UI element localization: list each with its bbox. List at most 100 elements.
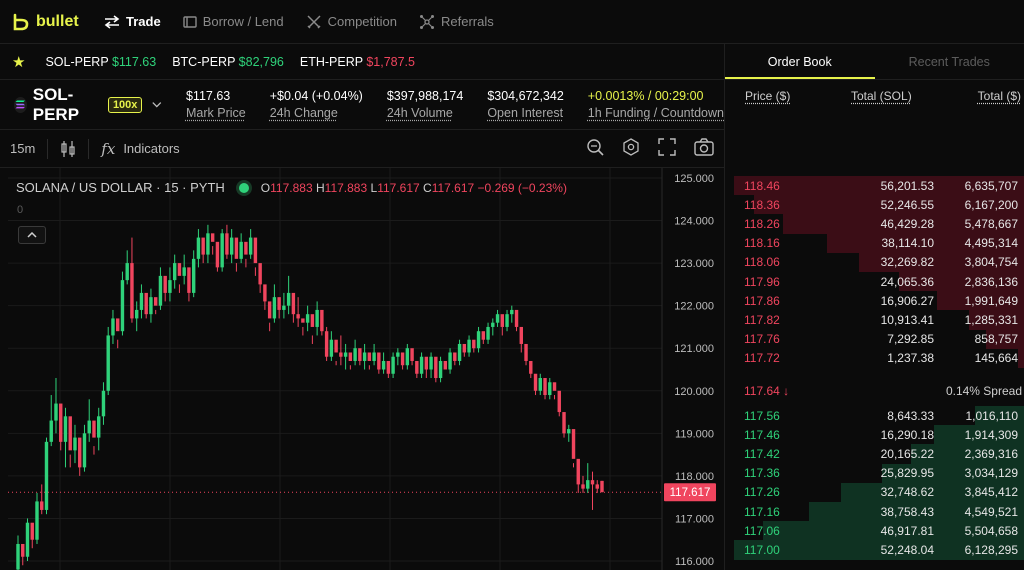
bid-row[interactable]: 117.16 38,758.43 4,549,521 [734,501,1024,522]
ask-row[interactable]: 118.46 56,201.53 6,635,707 [734,176,1024,196]
ticker-eth[interactable]: ETH-PERP $1,787.5 [300,55,415,69]
bid-row[interactable]: 117.46 16,290.18 1,914,309 [734,425,1024,445]
candle-body [244,241,248,255]
candle-body [491,322,495,327]
market-selector[interactable]: SOL-PERP [33,85,102,125]
candle-body [391,356,395,374]
header-price[interactable]: Price ($) [745,89,851,103]
indicators-button[interactable]: fx Indicators [101,140,179,158]
ask-total: 858,757 [974,332,1018,347]
nav-borrow-lend[interactable]: Borrow / Lend [182,14,284,29]
candle-body [600,480,604,493]
candlestick-chart[interactable]: 125.000 124.000 123.000 122.000 121.000 120.0… [0,168,724,570]
function-icon: fx [101,139,116,158]
header-total-sol[interactable]: Total (SOL) [851,89,951,103]
chart-toolbar: 15m fx Indicators [0,130,724,168]
candle-body [343,352,348,357]
candle-body [97,416,101,438]
ticker-sol[interactable]: SOL-PERP $117.63 [45,55,156,69]
ask-row[interactable]: 117.82 10,913.41 1,285,331 [734,310,1024,330]
stat-24h-change: +$0.04 (+0.04%) 24h Change [270,89,363,120]
ticker-btc[interactable]: BTC-PERP $82,796 [172,55,284,69]
camera-icon[interactable] [694,138,714,156]
bid-row[interactable]: 117.56 8,643.33 1,016,110 [734,406,1024,426]
star-icon[interactable]: ★ [12,53,25,71]
candle-body [453,352,457,361]
header-total-usd[interactable]: Total ($) [951,89,1021,103]
stat-value: $117.63 [185,89,231,103]
tab-recent-trades[interactable]: Recent Trades [875,44,1024,79]
nav-borrow-lend-label: Borrow / Lend [202,14,284,29]
ask-row[interactable]: 118.26 46,429.28 5,478,667 [734,214,1024,234]
bid-price: 117.16 [744,504,780,519]
candle-body [510,309,514,315]
ask-row[interactable]: 118.36 52,246.55 6,167,200 [734,195,1024,215]
y-tick-label: 121.000 [674,343,714,355]
candle-body [149,297,153,315]
candle-body [367,352,372,361]
ask-total: 1,991,649 [964,293,1018,308]
bid-price: 117.26 [744,485,780,500]
bid-row[interactable]: 117.42 20,165.22 2,369,316 [734,444,1024,464]
ask-rows: 118.46 56,201.53 6,635,707 118.36 52,246.55 6… [734,176,1024,368]
stat-value: $397,988,174 [386,89,464,103]
price-chart[interactable]: 125.000 124.000 123.000 122.000 121.000 120.0… [0,168,724,570]
candle-body [448,352,452,370]
candle-body [362,352,367,361]
candle-body [467,339,471,353]
ask-row[interactable]: 117.72 1,237.38 145,664 [734,348,1024,368]
bid-row[interactable]: 117.26 32,748.62 3,845,412 [734,482,1024,502]
tab-order-book[interactable]: Order Book [725,44,875,79]
leverage-badge: 100x [107,96,143,113]
ask-price: 117.86 [744,293,780,308]
candle-body [590,480,595,485]
candle-body [153,297,158,306]
settings-icon[interactable] [622,138,640,156]
candle-body [415,360,419,374]
brand-logo[interactable]: bullet [12,12,104,32]
bid-total: 3,034,129 [964,466,1018,481]
candle-body [59,403,63,442]
candle-body [310,314,315,327]
chart-legend: SOLANA / US DOLLAR · 15 · PYTH O117.883 … [16,180,567,195]
candle-body [595,484,599,489]
close-value: 117.617 [431,180,475,195]
bid-row[interactable]: 117.36 25,829.95 3,034,129 [734,463,1024,483]
zoom-search-icon[interactable] [586,138,604,156]
candle-body [358,348,362,361]
ticker-price: $82,796 [238,54,284,69]
candle-body [329,339,334,357]
ask-row[interactable]: 118.06 32,269.82 3,804,754 [734,252,1024,272]
nav-trade[interactable]: Trade [104,14,161,29]
candle-body [258,263,262,285]
candle-body [30,522,34,540]
candle-body [524,343,528,361]
bid-price: 117.36 [744,466,780,481]
stat-funding: +0.0013% / 00:29:00 1h Funding / Countdow… [588,89,724,120]
bid-row[interactable]: 117.00 52,248.04 6,128,295 [734,540,1024,560]
candle-body [443,360,448,370]
fullscreen-icon[interactable] [658,138,676,156]
candle-body [272,297,277,319]
ask-row[interactable]: 118.16 38,114.10 4,495,314 [734,233,1024,253]
high-value: 117.883 [324,180,368,195]
ask-row[interactable]: 117.76 7,292.85 858,757 [734,329,1024,349]
close-label: C [423,180,432,195]
candle-body [481,331,486,340]
ask-price: 118.46 [744,178,780,193]
nav-competition[interactable]: Competition [306,14,397,30]
chevron-down-icon[interactable] [152,101,162,109]
collapse-legend-button[interactable] [18,226,46,244]
timeframe-selector[interactable]: 15m [10,141,35,156]
candle-body [196,237,201,259]
ask-total: 6,167,200 [964,197,1018,212]
candlestick-type-icon[interactable] [60,140,76,158]
candle-body [78,437,82,468]
ask-row[interactable]: 117.96 24,065.36 2,836,136 [734,271,1024,292]
bid-row[interactable]: 117.06 46,917.81 5,504,658 [734,521,1024,541]
ask-row[interactable]: 117.86 16,906.27 1,991,649 [734,291,1024,311]
stat-open-interest: $304,672,342 Open Interest [487,89,563,120]
bid-total: 3,845,412 [964,485,1018,500]
nav-referrals[interactable]: Referrals [419,14,494,30]
ticker-symbol: SOL-PERP [45,54,109,69]
